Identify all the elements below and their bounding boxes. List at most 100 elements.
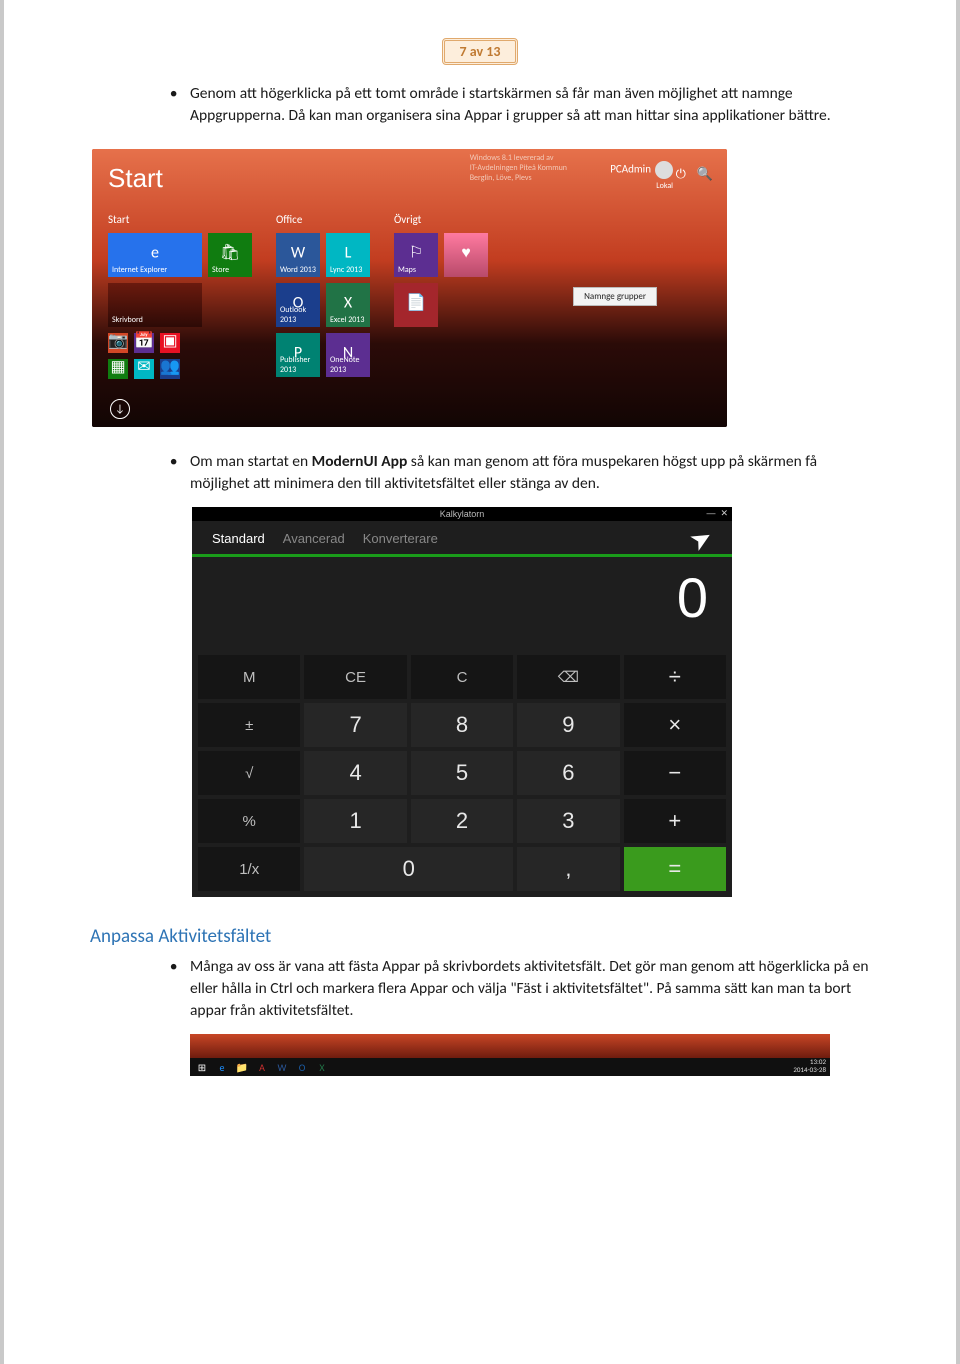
tile-icon: ✉ (137, 359, 150, 375)
section-heading: Anpassa Aktivitetsfältet (90, 925, 870, 948)
tile-icon: ▣ (162, 333, 177, 349)
calc-key: % (198, 799, 300, 843)
tile-label: Internet Explorer (112, 265, 167, 275)
page-number-badge: 7 av 13 (442, 38, 518, 65)
tile-icon: 📄 (406, 295, 426, 311)
calc-key: 6 (517, 751, 619, 795)
apps-arrow-icon: ↓ (110, 399, 130, 419)
tile-icon: N (343, 345, 353, 361)
calc-key: 1 (304, 799, 406, 843)
bullet-1-text: Genom att högerklicka på ett tomt område… (190, 83, 870, 127)
tile: ⚐ Maps (394, 233, 438, 277)
start-charms: ⏻ 🔍 (668, 167, 713, 182)
document-page: 7 av 13 ● Genom att högerklicka på ett t… (0, 0, 960, 1364)
power-icon: ⏻ (676, 167, 686, 182)
tile-icon: ♥ (461, 245, 471, 261)
tile: ♥ (444, 233, 488, 277)
tile: 🛍Store (208, 233, 252, 277)
tile-icon: e (151, 245, 159, 261)
tile-icon: ⚐ (409, 245, 423, 261)
tile: PPublisher 2013 (276, 333, 320, 377)
tile-icon: W (291, 245, 305, 261)
tile-icon: P (294, 345, 302, 361)
tile-icon: 📅 (134, 333, 154, 349)
tile-icon: O (293, 295, 304, 311)
calc-key: C (411, 655, 513, 699)
tile: ▦ (108, 359, 128, 379)
calc-key: 0 (304, 847, 513, 891)
taskbar-icon: A (254, 1060, 270, 1074)
calc-key: 7 (304, 703, 406, 747)
tile: OOutlook 2013 (276, 283, 320, 327)
bullet-2-text: Om man startat en ModernUI App så kan ma… (190, 451, 870, 495)
group-label: Start (108, 213, 252, 227)
calc-key: ± (198, 703, 300, 747)
calc-display: 0 (192, 554, 732, 649)
calc-key: , (517, 847, 619, 891)
context-menu-item: Namnge grupper (573, 287, 657, 306)
calculator-figure: Kalkylatorn — ✕ Standard Avancerad Konve… (192, 507, 732, 897)
calc-key: 5 (411, 751, 513, 795)
tile: X Excel 2013 (326, 283, 370, 327)
tile: ▣ (160, 333, 180, 353)
calc-key: √ (198, 751, 300, 795)
tile: LLync 2013 (326, 233, 370, 277)
calc-key: ÷ (624, 655, 726, 699)
start-screen-figure: Start Windows 8.1 levererad avIT-Avdelni… (92, 149, 727, 427)
calc-key: M (198, 655, 300, 699)
calc-key: 8 (411, 703, 513, 747)
calc-key: = (624, 847, 726, 891)
start-subtext: Windows 8.1 levererad avIT-Avdelningen P… (470, 153, 567, 183)
taskbar-clock: 13:022014-03-28 (793, 1058, 826, 1074)
search-icon: 🔍 (697, 167, 713, 182)
calc-key: − (624, 751, 726, 795)
group-label: Office (276, 213, 370, 227)
taskbar-icon: X (314, 1060, 330, 1074)
calc-tabs: Standard Avancerad Konverterare ➤ (192, 521, 732, 554)
tile-icon: 📷 (108, 333, 128, 349)
calc-key: 3 (517, 799, 619, 843)
tile-label: Maps (398, 265, 416, 275)
tile: Skrivbord (108, 283, 202, 327)
tile: 👥 (160, 359, 180, 379)
tile: W Word 2013 (276, 233, 320, 277)
start-user: PCAdmin Lokal (610, 161, 673, 192)
tile: ✉ (134, 359, 154, 379)
tile-label: Skrivbord (112, 315, 143, 325)
tile: 📄 (394, 283, 438, 327)
tile-icon: X (344, 295, 352, 311)
tile: 📷 (108, 333, 128, 353)
tile-label: Excel 2013 (330, 315, 364, 325)
calc-key: ⌫ (517, 655, 619, 699)
taskbar-icon: e (214, 1060, 230, 1074)
calc-key: × (624, 703, 726, 747)
taskbar-icon: O (294, 1060, 310, 1074)
calc-key: 4 (304, 751, 406, 795)
cursor-icon: ➤ (689, 529, 713, 549)
calc-tab-converter: Konverterare (363, 531, 438, 546)
group-label: Övrigt (394, 213, 488, 227)
window-controls: — ✕ (706, 508, 728, 519)
tile-label: Store (212, 265, 229, 275)
calc-key: 1/x (198, 847, 300, 891)
calc-tab-standard: Standard (212, 531, 265, 546)
bullet-dot-icon: ● (170, 956, 190, 1022)
bullet-dot-icon: ● (170, 451, 190, 495)
tile: 📅 (134, 333, 154, 353)
calc-keypad: MCEC⌫÷±789×√456−%123+1/x0,= (192, 649, 732, 897)
start-title: Start (108, 163, 163, 194)
bullet-3-text: Många av oss är vana att fästa Appar på … (190, 956, 870, 1022)
calc-key: 2 (411, 799, 513, 843)
calc-key: 9 (517, 703, 619, 747)
tile: e Internet Explorer (108, 233, 202, 277)
tile-label: Lync 2013 (330, 265, 362, 275)
tile: NOneNote 2013 (326, 333, 370, 377)
bullet-3: ● Många av oss är vana att fästa Appar p… (170, 956, 870, 1022)
taskbar-icon: ⊞ (194, 1060, 210, 1074)
bullet-dot-icon: ● (170, 83, 190, 127)
tile-icon: 👥 (160, 359, 180, 375)
calc-tab-advanced: Avancerad (283, 531, 345, 546)
tile-label: Word 2013 (280, 265, 316, 275)
bullet-2: ● Om man startat en ModernUI App så kan … (170, 451, 870, 495)
taskbar-icon: W (274, 1060, 290, 1074)
